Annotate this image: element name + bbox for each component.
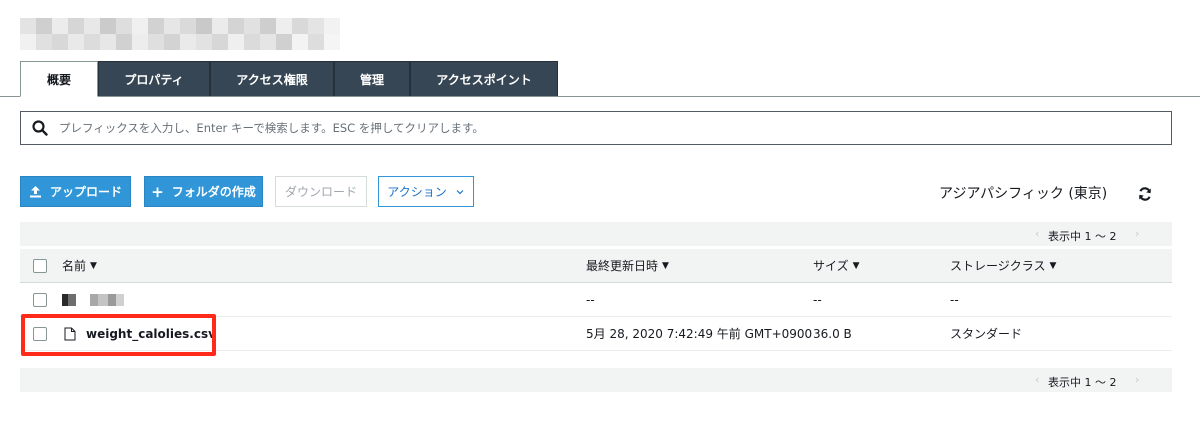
prefix-search-input[interactable]	[59, 121, 1171, 135]
sort-down-icon: ▼	[662, 260, 669, 271]
chevron-down-icon	[456, 189, 464, 194]
table-header: 名前 ▼ 最終更新日時 ▼ サイズ ▼ ストレージクラス ▼	[20, 249, 1172, 283]
tab-bar: 概要 プロパティ アクセス権限 管理 アクセスポイント	[20, 61, 558, 97]
plus-icon: +	[151, 182, 164, 201]
create-folder-button[interactable]: + フォルダの作成	[144, 176, 263, 207]
refresh-icon[interactable]	[1137, 186, 1153, 202]
chevron-right-icon[interactable]: ›	[1135, 373, 1139, 386]
column-header-storage-class[interactable]: ストレージクラス ▼	[950, 249, 1056, 282]
row-checkbox[interactable]	[33, 327, 47, 341]
last-modified-cell: --	[586, 292, 595, 307]
pager-status: 表示中 1 〜 2	[1048, 376, 1117, 389]
column-header-name-label: 名前	[62, 259, 87, 273]
tab-access-points[interactable]: アクセスポイント	[410, 61, 558, 97]
region-label: アジアパシフィック (東京)	[939, 186, 1108, 202]
sort-down-icon: ▼	[1049, 260, 1057, 271]
file-name-link[interactable]: weight_calolies.csv	[86, 327, 216, 341]
column-header-last-modified-label: 最終更新日時	[586, 259, 659, 273]
tab-permissions[interactable]: アクセス権限	[210, 61, 334, 97]
column-header-last-modified[interactable]: 最終更新日時 ▼	[586, 249, 669, 282]
chevron-left-icon[interactable]: ‹	[1035, 373, 1039, 386]
pager-status: 表示中 1 〜 2	[1048, 230, 1117, 243]
file-icon	[64, 327, 76, 340]
table-row[interactable]: weight_calolies.csv 5月 28, 2020 7:42:49 …	[20, 317, 1172, 351]
storage-class-cell: スタンダード	[950, 327, 1023, 341]
pager-bottom: ‹ 表示中 1 〜 2 ›	[20, 368, 1172, 392]
upload-icon	[29, 186, 41, 198]
column-header-size-label: サイズ	[813, 259, 849, 273]
download-button-label: ダウンロード	[284, 185, 357, 199]
table-row[interactable]: -- -- --	[20, 283, 1172, 317]
column-header-storage-class-label: ストレージクラス	[950, 259, 1046, 273]
chevron-left-icon[interactable]: ‹	[1035, 227, 1039, 240]
download-button[interactable]: ダウンロード	[275, 176, 367, 207]
bucket-name-redacted	[20, 18, 348, 50]
search-box	[20, 111, 1172, 145]
column-header-size[interactable]: サイズ ▼	[813, 249, 860, 282]
row-checkbox[interactable]	[33, 293, 47, 307]
size-cell: 36.0 B	[813, 326, 852, 341]
tab-properties[interactable]: プロパティ	[98, 61, 210, 97]
storage-class-cell: --	[950, 292, 959, 307]
sort-down-icon: ▼	[852, 260, 860, 271]
size-cell: --	[813, 292, 822, 307]
tab-divider	[0, 96, 1200, 97]
select-all-checkbox[interactable]	[33, 259, 47, 273]
upload-button[interactable]: アップロード	[20, 176, 131, 207]
tab-management[interactable]: 管理	[334, 61, 410, 97]
tab-overview[interactable]: 概要	[20, 61, 98, 97]
actions-dropdown[interactable]: アクション	[378, 176, 474, 207]
column-header-name[interactable]: 名前 ▼	[62, 249, 97, 282]
chevron-right-icon[interactable]: ›	[1135, 227, 1139, 240]
sort-down-icon: ▼	[90, 260, 97, 271]
create-folder-button-label: フォルダの作成	[171, 185, 256, 199]
search-icon	[32, 120, 48, 136]
pager-top: ‹ 表示中 1 〜 2 ›	[20, 222, 1172, 246]
last-modified-cell: 5月 28, 2020 7:42:49 午前 GMT+0900	[586, 327, 813, 341]
redacted-folder-name	[62, 294, 142, 306]
file-name-cell[interactable]: weight_calolies.csv	[64, 317, 216, 350]
actions-dropdown-label: アクション	[387, 185, 447, 199]
upload-button-label: アップロード	[49, 185, 122, 199]
